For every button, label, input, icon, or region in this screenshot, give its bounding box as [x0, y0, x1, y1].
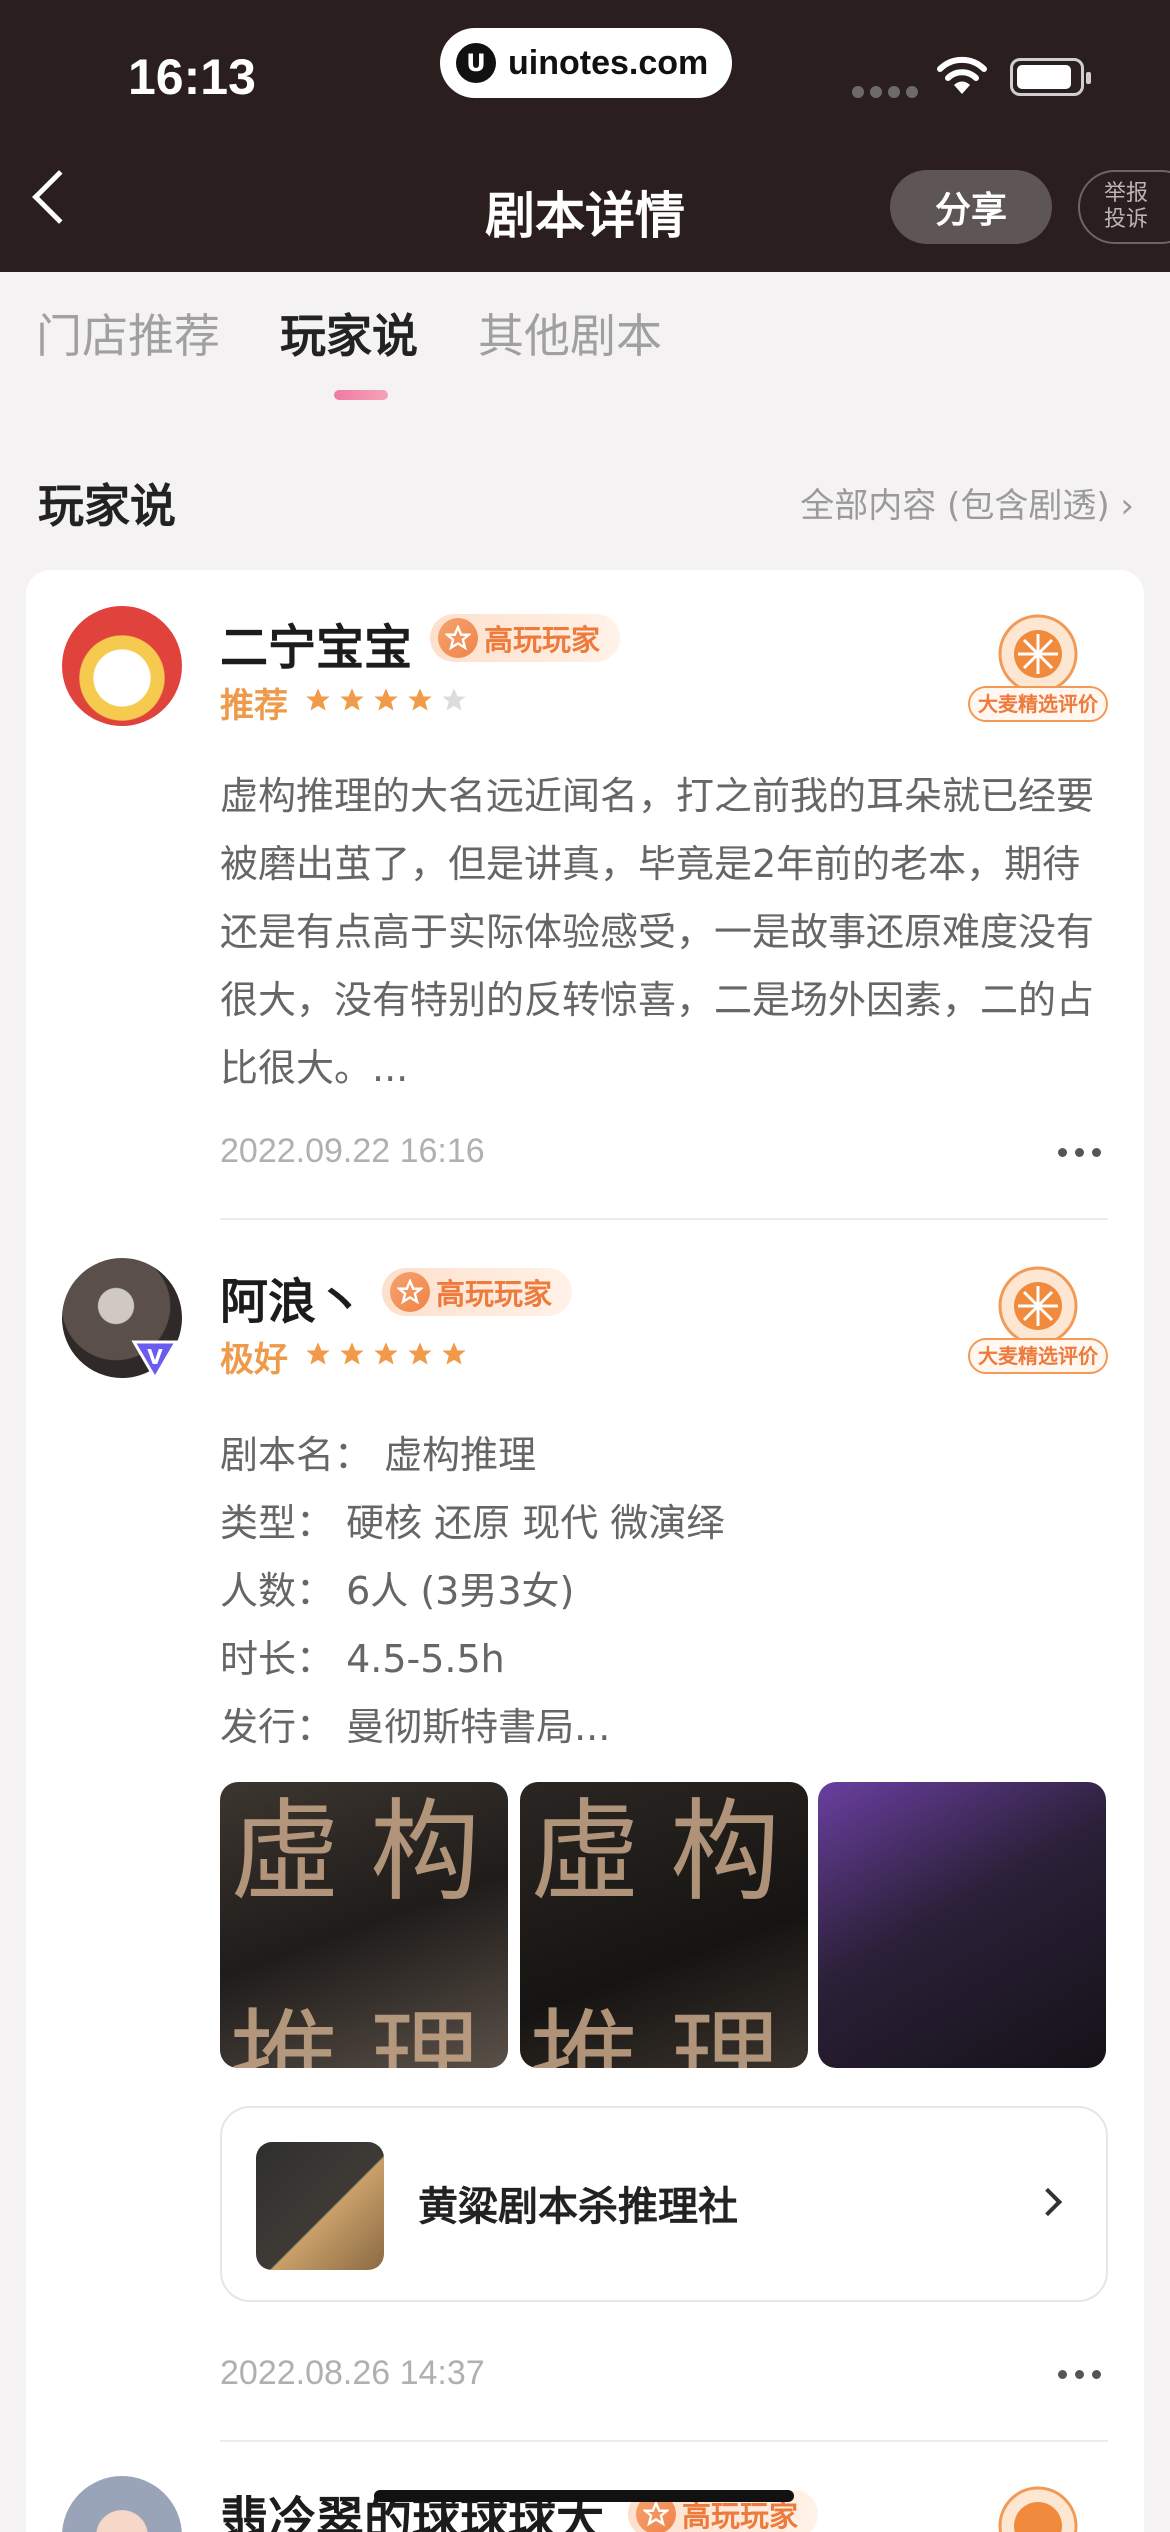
all-content-link[interactable]: 全部内容 (包含剧透) › — [800, 478, 1134, 527]
seal-flower-icon — [998, 614, 1078, 694]
avatar[interactable] — [62, 606, 182, 726]
selected-review-seal: 大麦精选评价 — [968, 604, 1108, 724]
script-name-line: 剧本名： 虚构推理 — [220, 1433, 537, 1477]
rating-stars — [304, 686, 468, 714]
player-level-badge: 高玩玩家 — [382, 1268, 573, 1316]
rating-label: 极好 — [220, 1340, 288, 1380]
review-username[interactable]: 二宁宝宝 — [220, 608, 412, 678]
seal-flower-icon — [998, 1266, 1078, 1346]
star-filled-icon — [442, 1342, 466, 1365]
rating-label: 推荐 — [220, 686, 288, 726]
share-button[interactable]: 分享 — [890, 170, 1052, 244]
star-filled-icon — [340, 688, 364, 711]
report-button[interactable]: 举报 投诉 — [1078, 170, 1170, 244]
battery-icon — [1010, 58, 1091, 96]
tab-bar: 门店推荐 玩家说 其他剧本 — [36, 300, 722, 366]
tab-store-recommend[interactable]: 门店推荐 — [36, 300, 220, 366]
url-pill: U uinotes.com — [440, 28, 732, 98]
status-time: 16:13 — [128, 49, 256, 105]
wifi-icon — [937, 56, 987, 94]
more-options-icon[interactable] — [1058, 2370, 1101, 2379]
player-count-line: 人数： 6人 (3男3女) — [220, 1569, 575, 1613]
selected-review-seal: 大麦精选评价 — [968, 1256, 1108, 1376]
badge-label: 高玩玩家 — [436, 1277, 553, 1311]
tab-player-says[interactable]: 玩家说 — [280, 300, 418, 366]
active-tab-indicator — [334, 390, 388, 400]
badge-label: 高玩玩家 — [484, 623, 601, 657]
verified-v-icon: V — [131, 1340, 179, 1380]
tab-other-scripts[interactable]: 其他剧本 — [478, 300, 662, 366]
star-badge-icon — [438, 618, 478, 658]
site-logo-icon: U — [456, 43, 496, 83]
script-type-line: 类型： 硬核 还原 现代 微演绎 — [220, 1501, 725, 1545]
star-filled-icon — [306, 688, 330, 711]
section-title: 玩家说 — [38, 479, 176, 533]
svg-text:V: V — [147, 1345, 163, 1369]
review-timestamp: 2022.09.22 16:16 — [220, 1132, 485, 1170]
chevron-right-icon — [1033, 2187, 1063, 2217]
url-text: uinotes.com — [508, 43, 709, 82]
rating-stars — [304, 1340, 468, 1368]
top-bar: 16:13 U uinotes.com 剧本详情 分享 举报 投诉 — [0, 0, 1170, 272]
star-badge-icon — [390, 1272, 430, 1312]
divider — [220, 2440, 1108, 2442]
duration-line: 时长： 4.5-5.5h — [220, 1637, 505, 1681]
divider — [220, 1218, 1108, 1220]
publisher-line: 发行： 曼彻斯特書局... — [220, 1705, 611, 1749]
star-filled-icon — [340, 1342, 364, 1365]
seal-label: 大麦精选评价 — [968, 1338, 1108, 1374]
review-text[interactable]: 虚构推理的大名远近闻名，打之前我的耳朵就已经要被磨出茧了，但是讲真，毕竟是2年前… — [220, 762, 1110, 1102]
seal-flower-icon — [998, 2486, 1078, 2532]
review-username[interactable]: 翡冷翠的球球球大 — [220, 2480, 604, 2532]
review-photo[interactable]: 虛 构 推 理 — [520, 1782, 808, 2068]
more-options-icon[interactable] — [1058, 1148, 1101, 1157]
star-filled-icon — [306, 1342, 330, 1365]
star-filled-icon — [408, 1342, 432, 1365]
signal-icon — [852, 86, 918, 98]
seal-label: 大麦精选评价 — [968, 686, 1108, 722]
review-photo[interactable]: 虛 构 推 理 — [220, 1782, 508, 2068]
star-filled-icon — [374, 688, 398, 711]
review-username[interactable]: 阿浪丶 — [220, 1262, 364, 1332]
home-indicator — [374, 2490, 794, 2502]
selected-review-seal — [968, 2476, 1108, 2532]
store-name: 黄粱剧本杀推理社 — [418, 2184, 738, 2230]
store-link-card[interactable]: 黄粱剧本杀推理社 — [220, 2106, 1108, 2302]
store-thumbnail — [256, 2142, 384, 2270]
star-empty-icon — [442, 688, 466, 711]
review-timestamp: 2022.08.26 14:37 — [220, 2354, 485, 2392]
star-filled-icon — [408, 688, 432, 711]
review-photo[interactable] — [818, 1782, 1106, 2068]
star-filled-icon — [374, 1342, 398, 1365]
player-level-badge: 高玩玩家 — [430, 614, 621, 662]
